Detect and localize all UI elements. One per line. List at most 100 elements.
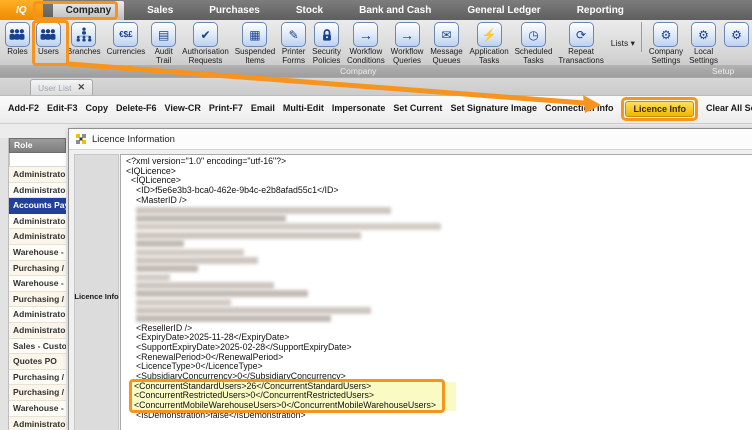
- org-chart-icon: [71, 22, 97, 47]
- workflow-arrow-icon: →: [394, 22, 420, 47]
- ribbon-tab-sales[interactable]: Sales: [134, 0, 186, 20]
- role-row[interactable]: Purchasing /: [9, 369, 66, 386]
- redacted-xml-line: [136, 273, 170, 281]
- audit-folder-icon: ▤: [151, 22, 177, 47]
- ribbon-button-users[interactable]: Users: [34, 22, 63, 57]
- lists-dropdown[interactable]: Lists ▾: [611, 38, 635, 49]
- toolbar-button-impersonate[interactable]: Impersonate: [332, 103, 386, 113]
- ribbon-tab-reporting[interactable]: Reporting: [564, 0, 637, 20]
- role-row[interactable]: Administrato: [9, 213, 66, 230]
- dialog-title-bar: Licence Information: [69, 129, 752, 150]
- ribbon-button-label: Audit Trail: [154, 47, 173, 65]
- tab-user-list[interactable]: User List ✕: [30, 79, 94, 95]
- ribbon-button-audit-trail[interactable]: ▤ Audit Trail: [149, 22, 178, 65]
- ribbon-button-workflow-queries[interactable]: → Workflow Queries: [389, 22, 426, 65]
- redacted-xml-line: [136, 256, 258, 264]
- ribbon-tab-general-ledger[interactable]: General Ledger: [454, 0, 553, 20]
- role-row[interactable]: Administrato: [9, 322, 66, 339]
- ribbon-button-label: Security Policies: [312, 47, 341, 65]
- xml-line: <IQLicence>: [126, 165, 176, 176]
- toolbar-button-set-current[interactable]: Set Current: [393, 103, 442, 113]
- role-row[interactable]: Warehouse -: [9, 244, 66, 261]
- toolbar-button-print-f7[interactable]: Print-F7: [209, 103, 243, 113]
- ribbon-button-label: Application Tasks: [469, 47, 509, 65]
- redacted-xml-line: [136, 290, 308, 298]
- close-icon[interactable]: ✕: [78, 82, 86, 93]
- ribbon-button-suspended-items[interactable]: ▦ Suspended Items: [233, 22, 277, 65]
- ribbon-tab-purchases[interactable]: Purchases: [196, 0, 273, 20]
- checklist-icon: ✔: [192, 22, 218, 47]
- ribbon-button-label: Authorisation Requests: [182, 47, 229, 65]
- person-gear-icon: ⚙: [691, 22, 717, 47]
- role-row[interactable]: Purchasing /: [9, 260, 66, 277]
- licence-information-dialog: Licence Information Licence Info <?xml v…: [68, 128, 752, 430]
- group-label-setup: Setup: [712, 66, 735, 76]
- ribbon-button-company-settings[interactable]: ⚙ Company Settings: [647, 22, 685, 65]
- toolbar-button-delete-f6[interactable]: Delete-F6: [116, 103, 157, 113]
- ribbon-button-security-policies[interactable]: Security Policies: [310, 22, 343, 65]
- ribbon-button-local-settings[interactable]: ⚙ Local Settings: [687, 22, 720, 65]
- ribbon-button-application-tasks[interactable]: ⚡ Application Tasks: [468, 22, 511, 65]
- toolbar-button-multi-edit[interactable]: Multi-Edit: [283, 103, 324, 113]
- redacted-xml-line: [136, 298, 231, 306]
- role-row[interactable]: Administrato: [9, 307, 66, 323]
- tab-user-list-label: User List: [38, 82, 72, 93]
- toolbar-button-email[interactable]: Email: [251, 103, 275, 113]
- role-row[interactable]: Administrato: [9, 416, 66, 430]
- ribbon-button-repeat-transactions[interactable]: ⟳ Repeat Transactions: [556, 22, 605, 65]
- redacted-xml-line: [136, 265, 198, 273]
- redacted-xml-line: [136, 240, 184, 248]
- ribbon-tab-stock[interactable]: Stock: [283, 0, 336, 20]
- group-divider: [640, 22, 642, 53]
- role-row[interactable]: Quotes PO: [9, 354, 66, 370]
- ribbon-button-workflow-conditions[interactable]: → Workflow Conditions: [345, 22, 387, 65]
- calculator-icon: ▦: [242, 22, 268, 47]
- ribbon-button-item[interactable]: ⚙: [722, 22, 751, 48]
- ribbon-button-branches[interactable]: Branches: [65, 22, 103, 57]
- toolbar-button-clear-all-soft-locks[interactable]: Clear All Soft Locks: [706, 103, 752, 113]
- row-indicator-gutter: [0, 138, 9, 430]
- lightning-icon: ⚡: [476, 22, 502, 47]
- xml-line: <IsDemonstration>false</IsDemonstration>: [136, 409, 306, 420]
- lock-icon: [314, 22, 340, 47]
- redacted-xml-line: [136, 223, 441, 231]
- role-filter-row[interactable]: [9, 153, 66, 167]
- toolbar-button-licence-info[interactable]: Licence Info: [625, 101, 694, 117]
- ribbon-button-currencies[interactable]: €$£ Currencies: [105, 22, 148, 57]
- toolbar-button-view-cr[interactable]: View-CR: [165, 103, 201, 113]
- people-gear-icon: ⚙: [653, 22, 679, 47]
- role-row[interactable]: Warehouse -: [9, 276, 66, 292]
- partial-icon: ⚙: [724, 22, 749, 47]
- printer-forms-icon: ✎: [281, 22, 307, 47]
- role-row[interactable]: Purchasing /: [9, 291, 66, 308]
- role-row[interactable]: Administrato: [9, 167, 66, 183]
- ribbon-button-authorisation-requests[interactable]: ✔ Authorisation Requests: [180, 22, 231, 65]
- role-column-header[interactable]: Role: [9, 138, 66, 153]
- licence-xml-text[interactable]: <?xml version="1.0" encoding="utf-16"?> <…: [120, 154, 752, 430]
- ribbon-tab-bank-and-cash[interactable]: Bank and Cash: [346, 0, 444, 20]
- toolbar-button-add-f2[interactable]: Add-F2: [8, 103, 39, 113]
- role-row[interactable]: Accounts Pay: [9, 198, 66, 214]
- ribbon-tab-iq[interactable]: IQ: [0, 0, 43, 20]
- role-row[interactable]: Sales - Custo: [9, 338, 66, 355]
- ribbon-button-roles[interactable]: Roles: [3, 22, 32, 57]
- role-row[interactable]: Administrato: [9, 182, 66, 199]
- ribbon-button-printer-forms[interactable]: ✎ Printer Forms: [279, 22, 308, 65]
- redacted-xml-line: [136, 215, 286, 223]
- xml-line: <MasterID />: [136, 194, 187, 205]
- role-row[interactable]: Administrato: [9, 229, 66, 245]
- ribbon-tab-company[interactable]: Company: [52, 1, 125, 20]
- ribbon-group-band: Company Setup: [0, 65, 752, 77]
- toolbar-button-copy[interactable]: Copy: [86, 103, 109, 113]
- toolbar-button-set-signature-image[interactable]: Set Signature Image: [450, 103, 537, 113]
- role-row[interactable]: Warehouse -: [9, 400, 66, 417]
- dialog-title: Licence Information: [92, 133, 175, 145]
- toolbar-button-edit-f3[interactable]: Edit-F3: [47, 103, 78, 113]
- group-label-company: Company: [340, 66, 377, 76]
- redacted-xml-line: [136, 206, 391, 214]
- toolbar-button-connection-info[interactable]: Connection Info: [545, 103, 614, 113]
- role-row[interactable]: Purchasing /: [9, 385, 66, 401]
- redacted-xml-line: [136, 306, 371, 314]
- ribbon-button-scheduled-tasks[interactable]: ◷ Scheduled Tasks: [513, 22, 555, 65]
- repeat-icon: ⟳: [568, 22, 594, 47]
